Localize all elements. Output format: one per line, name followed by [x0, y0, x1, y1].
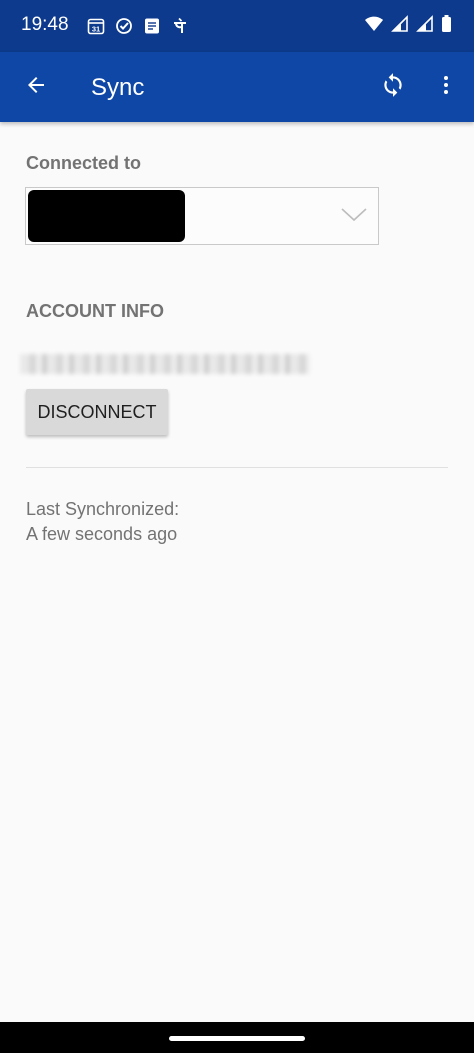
- account-email-blurred: [20, 352, 310, 376]
- pe-icon: [170, 16, 190, 36]
- check-circle-icon: [114, 16, 134, 36]
- dropdown-selected-value-redacted: [28, 190, 185, 242]
- battery-icon: [441, 15, 452, 38]
- account-dropdown[interactable]: [25, 187, 379, 245]
- calendar-icon: 31: [86, 16, 106, 36]
- home-gesture-handle[interactable]: [169, 1036, 305, 1041]
- notification-icons: 31: [86, 16, 190, 36]
- signal-icon: [391, 15, 409, 38]
- status-bar: 19:48 31: [0, 0, 474, 52]
- chevron-down-icon: [340, 206, 368, 229]
- last-sync-label: Last Synchronized:: [26, 499, 180, 519]
- back-button[interactable]: [16, 67, 56, 107]
- more-options-button[interactable]: [426, 67, 466, 107]
- page-title: Sync: [91, 74, 145, 101]
- last-sync-value: A few seconds ago: [26, 524, 178, 544]
- arrow-back-icon: [24, 73, 48, 102]
- wifi-icon: [364, 15, 384, 38]
- disconnect-button[interactable]: DISCONNECT: [26, 389, 168, 435]
- last-synchronized: Last Synchronized: A few seconds ago: [26, 497, 179, 547]
- sync-icon: [380, 72, 406, 103]
- navigation-bar: [0, 1022, 474, 1053]
- system-icons: [364, 15, 452, 38]
- app-bar: Sync: [0, 52, 474, 122]
- sync-button[interactable]: [373, 67, 413, 107]
- docs-icon: [142, 16, 162, 36]
- status-time: 19:48: [21, 14, 69, 35]
- divider: [26, 467, 448, 468]
- svg-text:31: 31: [92, 24, 100, 33]
- email-blur: [20, 354, 310, 374]
- more-vert-icon: [434, 73, 458, 102]
- connected-label: Connected to: [26, 153, 141, 173]
- account-info-label: ACCOUNT INFO: [26, 301, 164, 321]
- signal-icon: [416, 15, 434, 38]
